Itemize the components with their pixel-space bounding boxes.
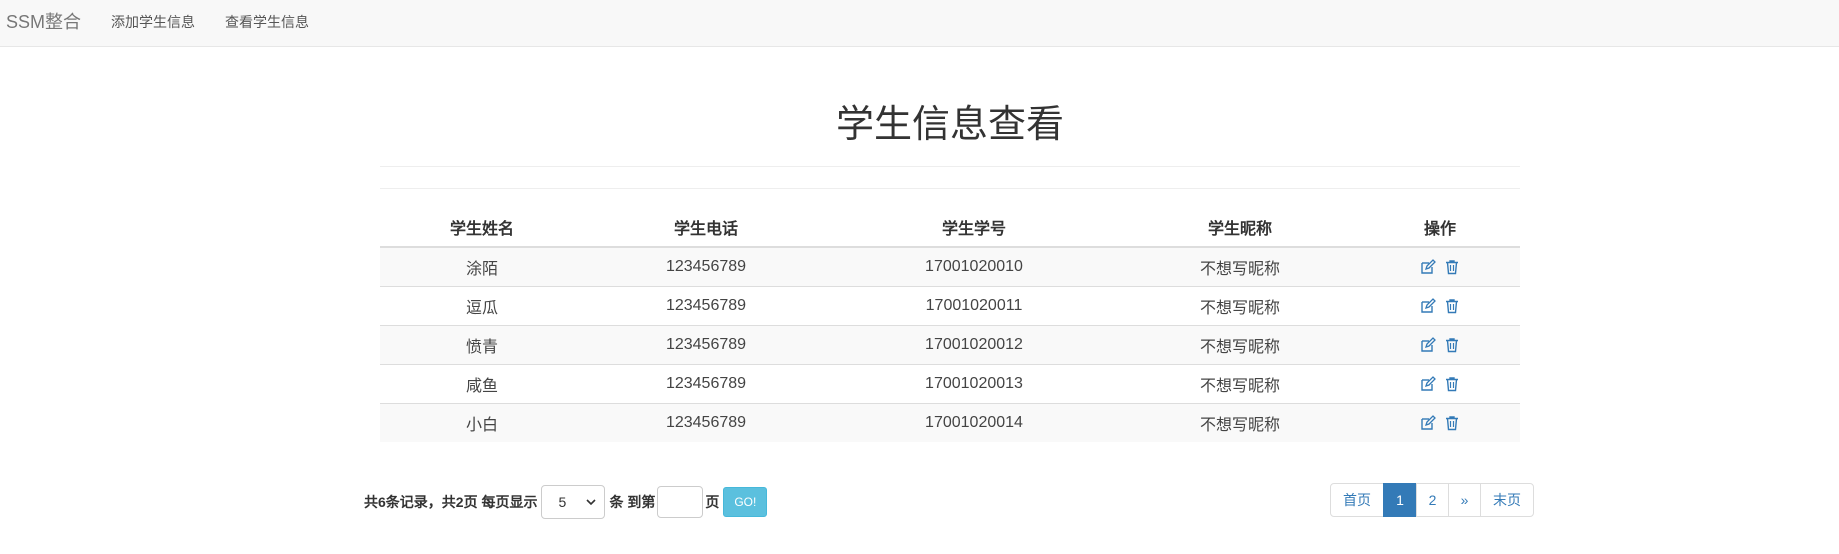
rows-unit-label: 条 到第 bbox=[609, 494, 656, 510]
table-row: 涂陌 123456789 17001020010 不想写昵称 bbox=[380, 247, 1520, 287]
page-title: 学生信息查看 bbox=[835, 104, 1064, 146]
cell-name: 小白 bbox=[380, 403, 584, 442]
column-header-id: 学生学号 bbox=[828, 207, 1120, 248]
records-summary: 共6条记录，共2页 每页显示 bbox=[364, 494, 538, 510]
cell-phone: 123456789 bbox=[584, 286, 828, 326]
cell-nickname: 不想写昵称 bbox=[1120, 325, 1360, 365]
table-row: 愤青 123456789 17001020012 不想写昵称 bbox=[380, 325, 1520, 365]
cell-actions bbox=[1360, 286, 1520, 326]
cell-id: 17001020012 bbox=[828, 325, 1120, 365]
cell-nickname: 不想写昵称 bbox=[1120, 286, 1360, 326]
column-header-actions: 操作 bbox=[1360, 207, 1520, 248]
table-row: 逗瓜 123456789 17001020011 不想写昵称 bbox=[380, 286, 1520, 326]
cell-id: 17001020010 bbox=[828, 247, 1120, 287]
jump-page-input[interactable] bbox=[657, 486, 704, 518]
cell-actions bbox=[1360, 325, 1520, 365]
cell-name: 逗瓜 bbox=[380, 286, 584, 326]
cell-phone: 123456789 bbox=[584, 247, 828, 287]
cell-id: 17001020014 bbox=[828, 403, 1120, 442]
student-table: 学生姓名 学生电话 学生学号 学生昵称 操作 涂陌 123456789 1700… bbox=[380, 207, 1520, 442]
edit-icon[interactable] bbox=[1420, 297, 1436, 314]
cell-actions bbox=[1360, 403, 1520, 442]
edit-icon[interactable] bbox=[1420, 258, 1436, 275]
cell-nickname: 不想写昵称 bbox=[1120, 247, 1360, 287]
cell-name: 涂陌 bbox=[380, 247, 584, 287]
cell-name: 咸鱼 bbox=[380, 364, 584, 404]
column-header-nickname: 学生昵称 bbox=[1120, 207, 1360, 248]
nav-link-add-student[interactable]: 添加学生信息 bbox=[111, 14, 195, 30]
trash-icon[interactable] bbox=[1444, 415, 1460, 431]
chevron-down-icon bbox=[586, 497, 597, 507]
cell-phone: 123456789 bbox=[584, 403, 828, 442]
trash-icon[interactable] bbox=[1444, 259, 1460, 275]
edit-icon[interactable] bbox=[1420, 375, 1436, 392]
next-page-button[interactable]: » bbox=[1448, 483, 1481, 517]
cell-actions bbox=[1360, 364, 1520, 404]
cell-nickname: 不想写昵称 bbox=[1120, 364, 1360, 404]
cell-name: 愤青 bbox=[380, 325, 584, 365]
trash-icon[interactable] bbox=[1444, 376, 1460, 392]
cell-phone: 123456789 bbox=[584, 364, 828, 404]
cell-id: 17001020011 bbox=[828, 286, 1120, 326]
first-page-button[interactable]: 首页 bbox=[1330, 483, 1384, 517]
pagination: 首页 1 2 » 末页 bbox=[1330, 483, 1534, 517]
page-unit-label: 页 bbox=[705, 494, 720, 510]
divider bbox=[380, 188, 1520, 189]
cell-id: 17001020013 bbox=[828, 364, 1120, 404]
pagination-info: 共6条记录，共2页 每页显示 5 条 到第 页 GO! bbox=[364, 485, 768, 519]
go-button[interactable]: GO! bbox=[723, 487, 768, 517]
column-header-phone: 学生电话 bbox=[584, 207, 828, 248]
nav-link-view-students[interactable]: 查看学生信息 bbox=[225, 14, 309, 30]
page-button-1[interactable]: 1 bbox=[1383, 483, 1417, 517]
table-header-row: 学生姓名 学生电话 学生学号 学生昵称 操作 bbox=[380, 207, 1520, 248]
table-row: 小白 123456789 17001020014 不想写昵称 bbox=[380, 403, 1520, 442]
cell-phone: 123456789 bbox=[584, 325, 828, 365]
edit-icon[interactable] bbox=[1420, 414, 1436, 431]
trash-icon[interactable] bbox=[1444, 337, 1460, 353]
brand-link[interactable]: SSM整合 bbox=[6, 11, 81, 33]
cell-actions bbox=[1360, 247, 1520, 287]
last-page-button[interactable]: 末页 bbox=[1480, 483, 1534, 517]
trash-icon[interactable] bbox=[1444, 298, 1460, 314]
page-button-2[interactable]: 2 bbox=[1416, 483, 1449, 517]
column-header-name: 学生姓名 bbox=[380, 207, 584, 248]
navbar: SSM整合 添加学生信息 查看学生信息 bbox=[0, 0, 1839, 47]
table-row: 咸鱼 123456789 17001020013 不想写昵称 bbox=[380, 364, 1520, 404]
page-header: 学生信息查看 bbox=[380, 95, 1520, 167]
page-size-value: 5 bbox=[558, 494, 567, 510]
edit-icon[interactable] bbox=[1420, 336, 1436, 353]
cell-nickname: 不想写昵称 bbox=[1120, 403, 1360, 442]
page-size-select[interactable]: 5 bbox=[541, 485, 606, 519]
